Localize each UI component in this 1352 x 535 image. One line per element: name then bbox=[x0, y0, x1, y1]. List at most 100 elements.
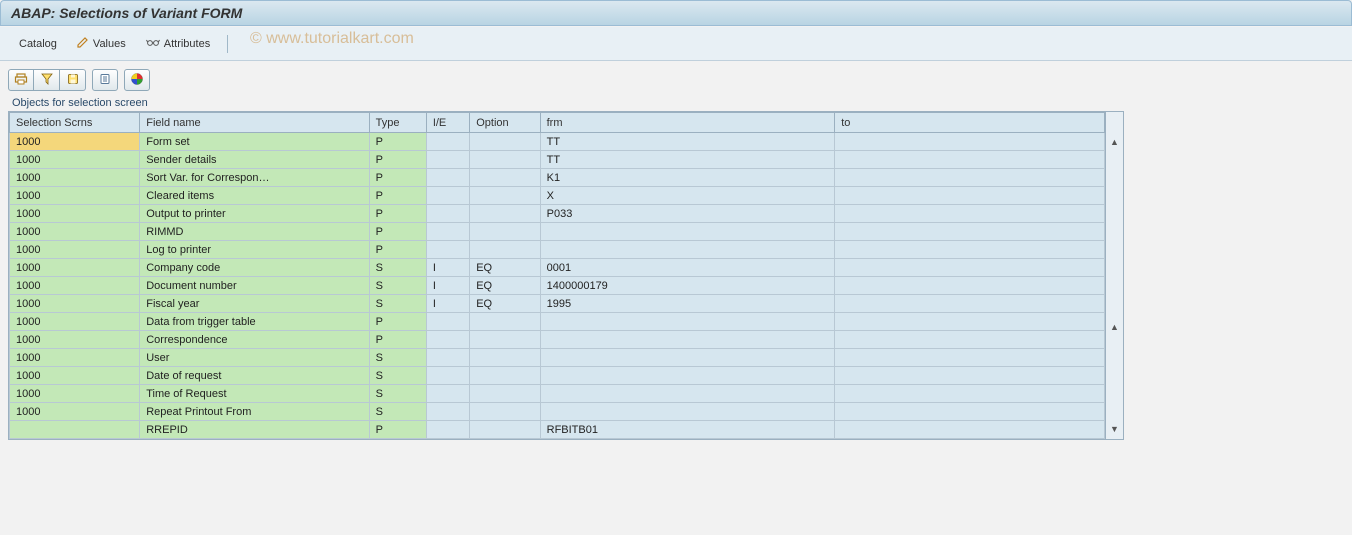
col-header-type[interactable]: Type bbox=[369, 113, 426, 133]
cell-option[interactable] bbox=[470, 151, 540, 169]
cell-ie[interactable] bbox=[426, 133, 469, 151]
cell-scrns[interactable]: 1000 bbox=[10, 151, 140, 169]
cell-frm[interactable]: 0001 bbox=[540, 259, 835, 277]
cell-scrns[interactable]: 1000 bbox=[10, 349, 140, 367]
cell-scrns[interactable]: 1000 bbox=[10, 331, 140, 349]
cell-fname[interactable]: Date of request bbox=[140, 367, 369, 385]
cell-ie[interactable] bbox=[426, 205, 469, 223]
cell-ie[interactable]: I bbox=[426, 295, 469, 313]
cell-fname[interactable]: RREPID bbox=[140, 421, 369, 439]
cell-fname[interactable]: RIMMD bbox=[140, 223, 369, 241]
cell-ie[interactable] bbox=[426, 403, 469, 421]
cell-option[interactable] bbox=[470, 187, 540, 205]
cell-ie[interactable] bbox=[426, 241, 469, 259]
filter-button[interactable] bbox=[34, 69, 60, 91]
cell-ie[interactable]: I bbox=[426, 259, 469, 277]
cell-scrns[interactable]: 1000 bbox=[10, 385, 140, 403]
scroll-up2-icon[interactable]: ▲ bbox=[1106, 317, 1123, 337]
cell-frm[interactable]: 1400000179 bbox=[540, 277, 835, 295]
cell-frm[interactable]: 1995 bbox=[540, 295, 835, 313]
scroll-up-icon[interactable]: ▲ bbox=[1106, 132, 1123, 152]
cell-type[interactable]: S bbox=[369, 295, 426, 313]
cell-to[interactable] bbox=[835, 133, 1105, 151]
cell-type[interactable]: S bbox=[369, 367, 426, 385]
cell-type[interactable]: S bbox=[369, 385, 426, 403]
cell-option[interactable] bbox=[470, 241, 540, 259]
cell-to[interactable] bbox=[835, 187, 1105, 205]
scroll-down-icon[interactable]: ▼ bbox=[1106, 419, 1123, 439]
cell-fname[interactable]: Company code bbox=[140, 259, 369, 277]
table-row[interactable]: RREPIDP RFBITB01 bbox=[10, 421, 1105, 439]
table-row[interactable]: 1000Form setPTT bbox=[10, 133, 1105, 151]
cell-scrns[interactable]: 1000 bbox=[10, 295, 140, 313]
cell-ie[interactable] bbox=[426, 187, 469, 205]
col-header-to[interactable]: to bbox=[835, 113, 1105, 133]
cell-to[interactable] bbox=[835, 403, 1105, 421]
cell-frm[interactable]: P033 bbox=[540, 205, 835, 223]
cell-fname[interactable]: Cleared items bbox=[140, 187, 369, 205]
cell-fname[interactable]: Form set bbox=[140, 133, 369, 151]
cell-to[interactable] bbox=[835, 223, 1105, 241]
cell-fname[interactable]: Sender details bbox=[140, 151, 369, 169]
catalog-button[interactable]: Catalog bbox=[10, 34, 66, 54]
cell-type[interactable]: S bbox=[369, 259, 426, 277]
cell-to[interactable] bbox=[835, 421, 1105, 439]
cell-scrns[interactable]: 1000 bbox=[10, 313, 140, 331]
cell-scrns[interactable]: 1000 bbox=[10, 241, 140, 259]
cell-to[interactable] bbox=[835, 241, 1105, 259]
table-row[interactable]: 1000Document numberSIEQ1400000179 bbox=[10, 277, 1105, 295]
table-row[interactable]: 1000Sort Var. for Correspon…PK1 bbox=[10, 169, 1105, 187]
cell-fname[interactable]: Fiscal year bbox=[140, 295, 369, 313]
cell-ie[interactable] bbox=[426, 349, 469, 367]
cell-option[interactable] bbox=[470, 349, 540, 367]
cell-scrns[interactable]: 1000 bbox=[10, 259, 140, 277]
cell-frm[interactable] bbox=[540, 385, 835, 403]
cell-frm[interactable]: K1 bbox=[540, 169, 835, 187]
export-button[interactable] bbox=[92, 69, 118, 91]
selection-grid[interactable]: Selection Scrns Field name Type I/E Opti… bbox=[9, 112, 1105, 439]
cell-type[interactable]: P bbox=[369, 169, 426, 187]
table-row[interactable]: 1000UserS bbox=[10, 349, 1105, 367]
values-button[interactable]: Values bbox=[68, 32, 135, 55]
chart-button[interactable] bbox=[124, 69, 150, 91]
cell-to[interactable] bbox=[835, 367, 1105, 385]
cell-frm[interactable]: TT bbox=[540, 151, 835, 169]
cell-option[interactable] bbox=[470, 169, 540, 187]
cell-frm[interactable]: X bbox=[540, 187, 835, 205]
cell-fname[interactable]: Correspondence bbox=[140, 331, 369, 349]
table-row[interactable]: 1000Time of RequestS bbox=[10, 385, 1105, 403]
col-header-option[interactable]: Option bbox=[470, 113, 540, 133]
cell-to[interactable] bbox=[835, 349, 1105, 367]
cell-scrns[interactable]: 1000 bbox=[10, 277, 140, 295]
save-button[interactable] bbox=[60, 69, 86, 91]
cell-scrns[interactable]: 1000 bbox=[10, 133, 140, 151]
table-row[interactable]: 1000Output to printerPP033 bbox=[10, 205, 1105, 223]
table-row[interactable]: 1000Data from trigger tableP bbox=[10, 313, 1105, 331]
cell-type[interactable]: P bbox=[369, 187, 426, 205]
col-header-frm[interactable]: frm bbox=[540, 113, 835, 133]
cell-fname[interactable]: Data from trigger table bbox=[140, 313, 369, 331]
vertical-scrollbar[interactable]: ▲ ▲ ▼ bbox=[1105, 112, 1123, 439]
cell-scrns[interactable]: 1000 bbox=[10, 367, 140, 385]
cell-frm[interactable]: RFBITB01 bbox=[540, 421, 835, 439]
cell-type[interactable]: P bbox=[369, 133, 426, 151]
table-row[interactable]: 1000Fiscal yearSIEQ1995 bbox=[10, 295, 1105, 313]
table-row[interactable]: 1000Sender detailsP TT bbox=[10, 151, 1105, 169]
table-row[interactable]: 1000Date of requestS bbox=[10, 367, 1105, 385]
cell-frm[interactable] bbox=[540, 331, 835, 349]
col-header-ie[interactable]: I/E bbox=[426, 113, 469, 133]
cell-type[interactable]: P bbox=[369, 313, 426, 331]
cell-frm[interactable] bbox=[540, 313, 835, 331]
cell-frm[interactable] bbox=[540, 349, 835, 367]
cell-frm[interactable] bbox=[540, 367, 835, 385]
cell-type[interactable]: P bbox=[369, 421, 426, 439]
cell-option[interactable] bbox=[470, 367, 540, 385]
cell-ie[interactable] bbox=[426, 421, 469, 439]
cell-type[interactable]: P bbox=[369, 151, 426, 169]
cell-frm[interactable] bbox=[540, 403, 835, 421]
cell-ie[interactable] bbox=[426, 151, 469, 169]
print-button[interactable] bbox=[8, 69, 34, 91]
cell-option[interactable] bbox=[470, 403, 540, 421]
cell-scrns[interactable]: 1000 bbox=[10, 205, 140, 223]
cell-to[interactable] bbox=[835, 151, 1105, 169]
